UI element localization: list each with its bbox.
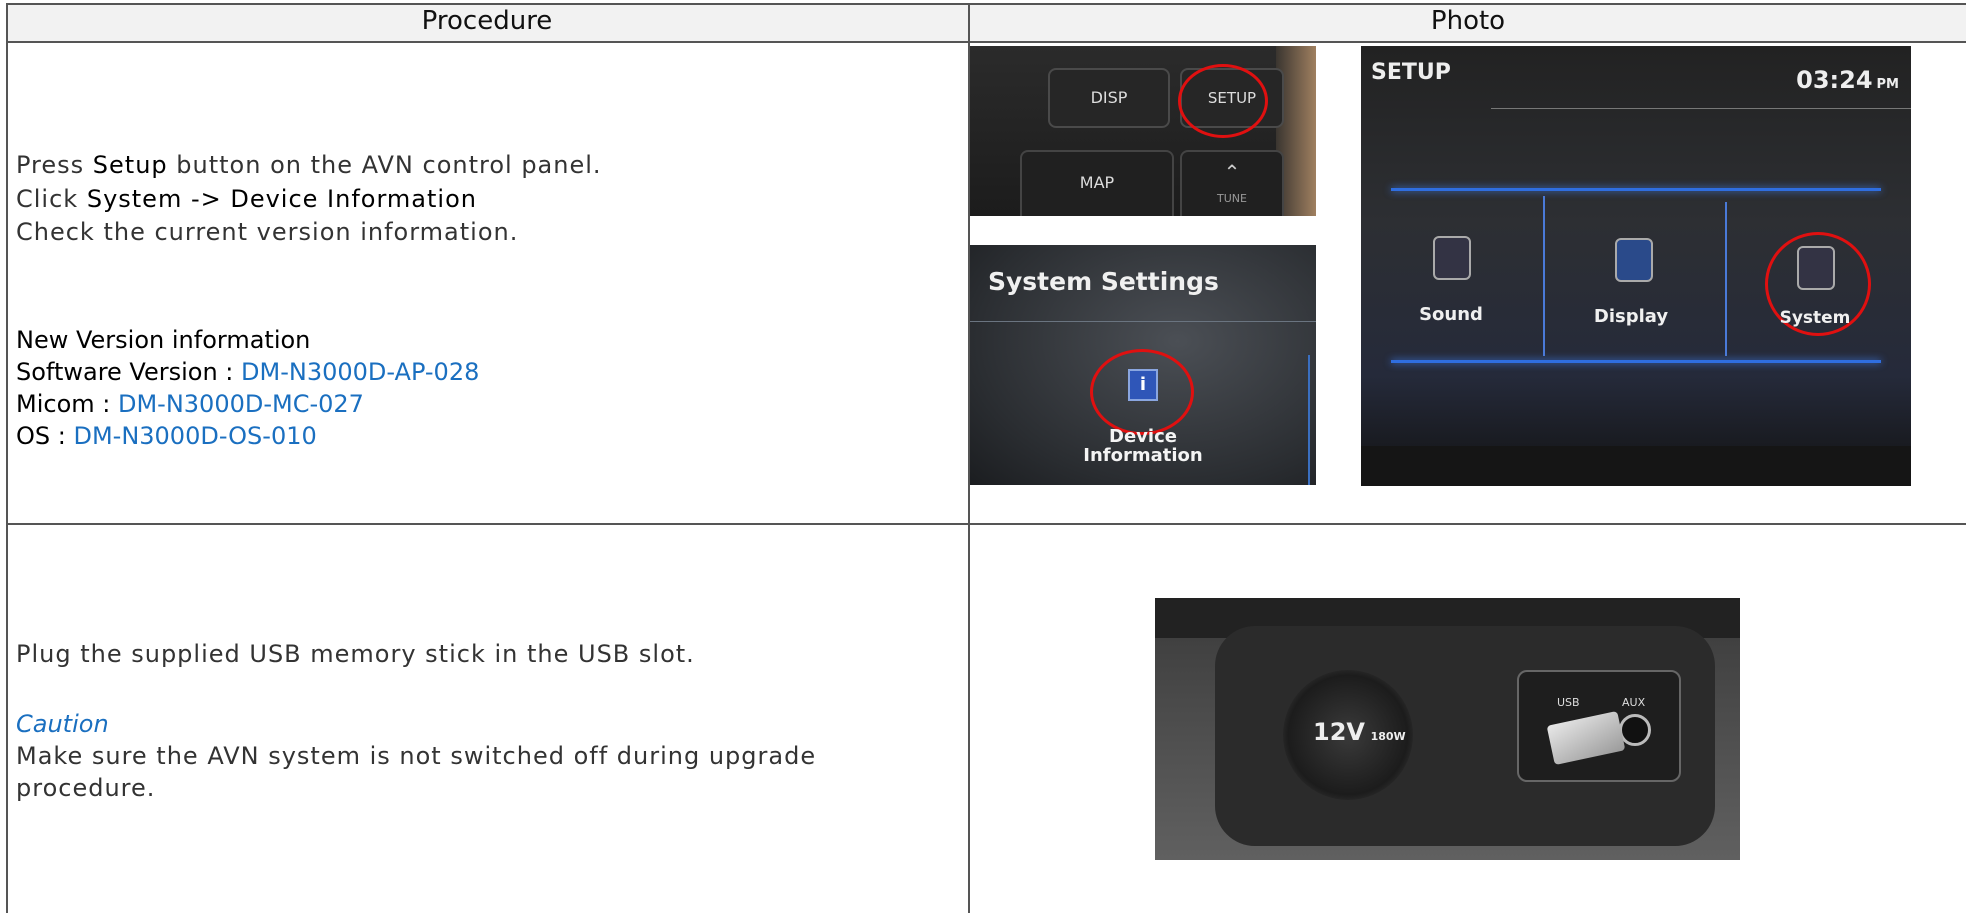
micom-value: DM-N3000D-MC-027 — [117, 390, 364, 418]
clock-time: 03:24 — [1796, 66, 1873, 94]
clock-ampm: PM — [1876, 77, 1899, 92]
device-info-highlight-circle — [1090, 349, 1194, 435]
micom-label: Micom : — [16, 390, 118, 418]
aux-jack — [1619, 714, 1651, 746]
power-outlet-label: 12V 180W — [1313, 718, 1406, 746]
setup-highlight-circle — [1178, 64, 1268, 138]
aux-label: AUX — [1622, 696, 1646, 709]
display-icon — [1615, 238, 1653, 282]
device-label-line2: Information — [1083, 445, 1203, 466]
photo-control-panel: DISP SETUP MAP ⌃ TUNE — [970, 46, 1316, 216]
photo-usb-slot: 12V 180W USB AUX — [1155, 598, 1740, 860]
table-border-top — [6, 3, 1966, 5]
sound-icon — [1433, 236, 1471, 280]
row-divider — [6, 523, 1966, 525]
procedure-header: Procedure — [421, 6, 553, 36]
step-plug-usb: Plug the supplied USB memory stick in th… — [16, 640, 695, 668]
photo-system-settings: System Settings i Device Information — [970, 245, 1316, 485]
text-system-path: System -> Device Information — [86, 185, 477, 213]
caution-text-line1: Make sure the AVN system is not switched… — [16, 742, 817, 770]
os-line: OS : DM-N3000D-OS-010 — [16, 420, 317, 452]
device-label-line1: Device — [1109, 426, 1177, 447]
caution-text-line2: procedure. — [16, 774, 156, 802]
table-border-left — [6, 3, 8, 913]
photo-header: Photo — [1430, 6, 1506, 36]
software-label: Software Version : — [16, 358, 242, 386]
tune-label: TUNE — [1217, 192, 1247, 205]
header-divider — [6, 41, 1966, 43]
power-volt: 12V — [1313, 718, 1365, 746]
power-watt: 180W — [1370, 730, 1406, 743]
display-label: Display — [1593, 306, 1669, 327]
software-version-line: Software Version : DM-N3000D-AP-028 — [16, 356, 479, 388]
new-version-title: New Version information — [16, 326, 311, 354]
system-settings-title: System Settings — [988, 267, 1219, 296]
usb-label: USB — [1557, 696, 1580, 709]
text-click: Click — [16, 185, 87, 213]
os-value: DM-N3000D-OS-010 — [73, 422, 317, 450]
text-button-suffix: button on the AVN control panel. — [167, 151, 602, 179]
text-setup: Setup — [92, 151, 168, 179]
os-label: OS : — [16, 422, 74, 450]
setup-screen-clock: 03:24 PM — [1796, 66, 1899, 94]
map-button: MAP — [1020, 150, 1174, 216]
system-label: System — [1779, 308, 1851, 328]
micom-line: Micom : DM-N3000D-MC-027 — [16, 388, 364, 420]
software-value: DM-N3000D-AP-028 — [241, 358, 480, 386]
device-info-label: Device Information — [1078, 427, 1208, 465]
step-check-version: Check the current version information. — [16, 218, 519, 246]
photo-setup-screen: SETUP 03:24 PM Sound Display System — [1361, 46, 1911, 486]
text-press: Press — [16, 151, 93, 179]
step-press-setup: Press Setup button on the AVN control pa… — [16, 149, 602, 181]
disp-button: DISP — [1048, 68, 1170, 128]
chevron-up-icon: ⌃ — [1223, 160, 1241, 184]
step-click-system: Click System -> Device Information — [16, 183, 477, 215]
setup-screen-title: SETUP — [1371, 60, 1451, 85]
tune-button: ⌃ TUNE — [1180, 150, 1284, 216]
sound-label: Sound — [1419, 304, 1483, 325]
caution-title: Caution — [16, 710, 109, 738]
